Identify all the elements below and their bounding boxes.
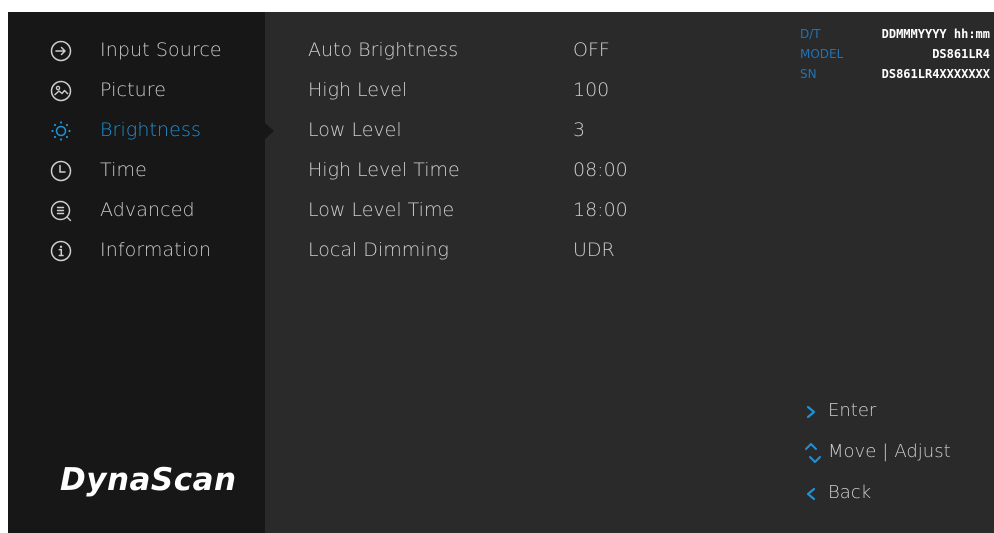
setting-value: UDR: [573, 239, 615, 261]
device-datetime: D/T DDMMMYYYY hh:mm: [800, 24, 994, 44]
brightness-icon: [51, 121, 71, 141]
hint-move-text: Move: [828, 441, 877, 462]
osd-menu: Input Source Picture Brightness Time Adv…: [8, 12, 994, 533]
sidebar-item-time[interactable]: Time: [8, 152, 265, 192]
setting-name: Low Level Time: [308, 199, 455, 221]
picture-icon: [50, 80, 72, 102]
hint-back: Back: [800, 479, 990, 520]
sidebar-item-picture[interactable]: Picture: [8, 72, 265, 112]
setting-row-local-dimming[interactable]: Local Dimming UDR: [308, 232, 688, 272]
sidebar-item-input-source[interactable]: Input Source: [8, 32, 265, 72]
brightness-settings-list: Auto Brightness OFF High Level 100 Low L…: [308, 32, 688, 272]
key-hints: Enter Move | Adjust Back: [800, 397, 990, 520]
setting-row-high-level[interactable]: High Level 100: [308, 72, 688, 112]
sidebar-item-brightness[interactable]: Brightness: [8, 112, 265, 152]
setting-row-auto-brightness[interactable]: Auto Brightness OFF: [308, 32, 688, 72]
setting-row-low-level[interactable]: Low Level 3: [308, 112, 688, 152]
sidebar-item-label: Picture: [100, 79, 167, 101]
sidebar-nav: Input Source Picture Brightness Time Adv…: [8, 32, 265, 272]
dynascan-logo: DynaScan: [60, 462, 237, 498]
sidebar-item-label: Input Source: [100, 39, 222, 61]
sidebar-item-label: Time: [100, 159, 147, 181]
serial-label: SN: [800, 67, 817, 81]
model-label: MODEL: [800, 47, 844, 61]
setting-name: Low Level: [308, 119, 402, 141]
hint-enter-label: Enter: [828, 400, 877, 421]
datetime-value: DDMMMYYYY hh:mm: [881, 27, 990, 41]
hint-move-adjust-label: Move | Adjust: [828, 441, 951, 463]
chevron-left-icon: [806, 487, 816, 501]
up-down-arrows-icon: [805, 443, 821, 463]
hint-enter: Enter: [800, 397, 990, 438]
sidebar-item-advanced[interactable]: Advanced: [8, 192, 265, 232]
chevron-right-icon: [806, 405, 816, 419]
setting-value: OFF: [573, 39, 610, 61]
setting-row-low-level-time[interactable]: Low Level Time 18:00: [308, 192, 688, 232]
setting-name: Auto Brightness: [308, 39, 459, 61]
advanced-icon: [50, 200, 72, 222]
device-serial: SN DS861LR4XXXXXXX: [800, 64, 994, 84]
device-model: MODEL DS861LR4: [800, 44, 994, 64]
hint-move-adjust: Move | Adjust: [800, 438, 990, 479]
setting-name: High Level Time: [308, 159, 460, 181]
setting-row-high-level-time[interactable]: High Level Time 08:00: [308, 152, 688, 192]
selection-pointer: [265, 123, 274, 139]
sidebar: Input Source Picture Brightness Time Adv…: [8, 12, 265, 533]
setting-name: High Level: [308, 79, 408, 101]
setting-name: Local Dimming: [308, 239, 449, 261]
setting-value: 100: [573, 79, 610, 101]
hint-adjust-text: Adjust: [894, 441, 951, 462]
setting-value: 08:00: [573, 159, 628, 181]
sidebar-item-information[interactable]: Information: [8, 232, 265, 272]
info-icon: [50, 240, 72, 262]
hint-back-label: Back: [828, 482, 872, 503]
setting-value: 18:00: [573, 199, 628, 221]
input-source-icon: [50, 40, 72, 62]
device-info-panel: D/T DDMMMYYYY hh:mm MODEL DS861LR4 SN DS…: [800, 24, 994, 84]
clock-icon: [50, 160, 72, 182]
sidebar-item-label: Advanced: [100, 199, 195, 221]
setting-value: 3: [573, 119, 586, 141]
model-value: DS861LR4: [932, 47, 990, 61]
sidebar-item-label: Information: [100, 239, 212, 261]
serial-value: DS861LR4XXXXXXX: [881, 67, 990, 81]
hint-divider: |: [882, 441, 889, 462]
datetime-label: D/T: [800, 27, 821, 41]
sidebar-item-label: Brightness: [100, 119, 201, 141]
